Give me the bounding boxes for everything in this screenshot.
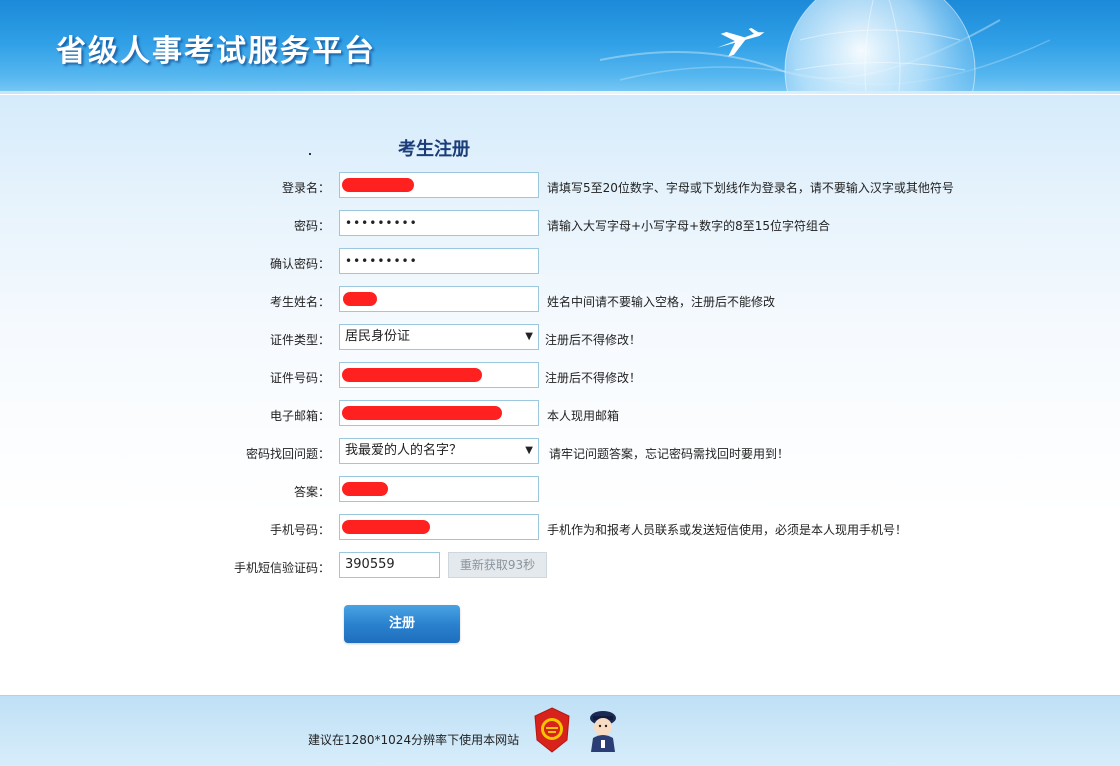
id-number-label: 证件号码： bbox=[269, 371, 330, 385]
id-type-value: 居民身份证 bbox=[345, 329, 411, 344]
cyber-police-icon bbox=[590, 711, 616, 752]
footer-text: 建议在1280*1024分辨率下使用本网站 bbox=[308, 733, 520, 747]
name-hint: 姓名中间请不要输入空格，注册后不能修改 bbox=[547, 295, 776, 309]
row-sms-code: 手机短信验证码： 390559 重新获取93秒 bbox=[0, 552, 1120, 580]
row-phone: 手机号码： 手机作为和报考人员联系或发送短信使用，必须是本人现用手机号！ bbox=[0, 514, 1120, 542]
answer-input[interactable] bbox=[339, 476, 539, 502]
row-password: 密码： ••••••••• 请输入大写字母+小写字母+数字的8至15位字符组合 bbox=[0, 210, 1120, 238]
password-input[interactable]: ••••••••• bbox=[339, 210, 539, 236]
register-button[interactable]: 注册 bbox=[344, 605, 460, 643]
id-type-select[interactable]: 居民身份证 ▼ bbox=[339, 324, 539, 350]
row-login: 登录名： 请填写5至20位数字、字母或下划线作为登录名，请不要输入汉字或其他符号 bbox=[0, 172, 1120, 200]
login-hint: 请填写5至20位数字、字母或下划线作为登录名，请不要输入汉字或其他符号 bbox=[547, 181, 954, 195]
form-title: 考生注册 bbox=[398, 139, 470, 160]
id-type-hint: 注册后不得修改！ bbox=[545, 333, 642, 347]
row-id-number: 证件号码： 注册后不得修改！ bbox=[0, 362, 1120, 390]
stray-dot bbox=[309, 153, 311, 155]
dropdown-arrow-icon: ▼ bbox=[525, 445, 533, 456]
row-security-question: 密码找回问题： 我最爱的人的名字？ ▼ 请牢记问题答案，忘记密码需找回时要用到！ bbox=[0, 438, 1120, 466]
confirm-password-input[interactable]: ••••••••• bbox=[339, 248, 539, 274]
password-hint: 请输入大写字母+小写字母+数字的8至15位字符组合 bbox=[547, 219, 831, 233]
security-question-value: 我最爱的人的名字？ bbox=[345, 443, 463, 458]
sms-code-label: 手机短信验证码： bbox=[233, 561, 330, 575]
security-question-hint: 请牢记问题答案，忘记密码需找回时要用到！ bbox=[549, 447, 790, 461]
email-hint: 本人现用邮箱 bbox=[547, 409, 620, 423]
redaction-mark bbox=[343, 292, 377, 306]
site-title: 省级人事考试服务平台 bbox=[56, 34, 376, 69]
name-label: 考生姓名： bbox=[269, 295, 330, 309]
login-input[interactable] bbox=[339, 172, 539, 198]
phone-input[interactable] bbox=[339, 514, 539, 540]
id-number-hint: 注册后不得修改！ bbox=[545, 371, 642, 385]
security-question-label: 密码找回问题： bbox=[245, 447, 330, 461]
redaction-mark bbox=[342, 520, 430, 534]
site-footer: 建议在1280*1024分辨率下使用本网站 bbox=[0, 695, 1120, 766]
confirm-password-label: 确认密码： bbox=[269, 257, 330, 271]
industry-commerce-badge-icon bbox=[534, 707, 570, 753]
row-name: 考生姓名： 姓名中间请不要输入空格，注册后不能修改 bbox=[0, 286, 1120, 314]
id-number-input[interactable] bbox=[339, 362, 539, 388]
header-divider bbox=[0, 91, 1120, 94]
phone-hint: 手机作为和报考人员联系或发送短信使用，必须是本人现用手机号！ bbox=[547, 523, 908, 537]
redaction-mark bbox=[342, 482, 388, 496]
redaction-mark bbox=[342, 368, 482, 382]
name-input[interactable] bbox=[339, 286, 539, 312]
row-email: 电子邮箱： 本人现用邮箱 bbox=[0, 400, 1120, 428]
redaction-mark bbox=[342, 406, 502, 420]
phone-label: 手机号码： bbox=[269, 523, 330, 537]
answer-label: 答案： bbox=[293, 485, 330, 499]
email-input[interactable] bbox=[339, 400, 539, 426]
row-id-type: 证件类型： 居民身份证 ▼ 注册后不得修改！ bbox=[0, 324, 1120, 352]
id-type-label: 证件类型： bbox=[269, 333, 330, 347]
dropdown-arrow-icon: ▼ bbox=[525, 331, 533, 342]
resend-sms-button[interactable]: 重新获取93秒 bbox=[448, 552, 547, 578]
site-header: 省级人事考试服务平台 bbox=[0, 0, 1120, 94]
password-label: 密码： bbox=[293, 219, 330, 233]
row-answer: 答案： bbox=[0, 476, 1120, 504]
sms-code-input[interactable]: 390559 bbox=[339, 552, 440, 578]
email-label: 电子邮箱： bbox=[269, 409, 330, 423]
security-question-select[interactable]: 我最爱的人的名字？ ▼ bbox=[339, 438, 539, 464]
login-label: 登录名： bbox=[281, 181, 330, 195]
row-confirm-password: 确认密码： ••••••••• bbox=[0, 248, 1120, 276]
redaction-mark bbox=[342, 178, 414, 192]
